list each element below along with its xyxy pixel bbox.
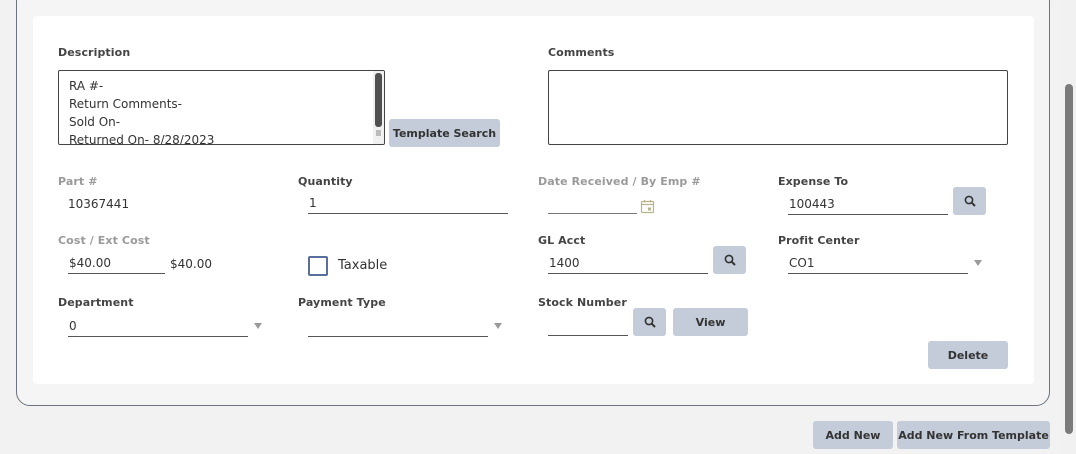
payment-type-select[interactable] — [308, 317, 488, 337]
add-new-button[interactable]: Add New — [813, 421, 893, 449]
profit-center-label: Profit Center — [778, 234, 860, 247]
gl-acct-label: GL Acct — [538, 234, 586, 247]
page-scrollbar[interactable] — [1062, 0, 1076, 454]
scroll-down-icon[interactable] — [376, 130, 381, 136]
part-value: 10367441 — [68, 197, 130, 211]
template-search-button[interactable]: Template Search — [389, 119, 500, 147]
quantity-label: Quantity — [298, 175, 353, 188]
comments-textarea[interactable] — [548, 70, 1008, 145]
description-line: Returned On- 8/28/2023 — [69, 133, 215, 145]
search-icon — [964, 195, 976, 207]
description-line: Return Comments- — [69, 97, 183, 111]
description-line: RA #- — [69, 79, 104, 93]
profit-center-select[interactable]: CO1 — [788, 254, 968, 274]
gl-lookup-button[interactable] — [713, 246, 746, 274]
description-scrollbar[interactable] — [373, 71, 384, 144]
search-icon — [644, 316, 656, 328]
cost-field[interactable]: $40.00 — [68, 254, 165, 274]
delete-button[interactable]: Delete — [928, 341, 1008, 369]
expense-to-label: Expense To — [778, 175, 849, 188]
description-scroll-thumb[interactable] — [375, 73, 382, 127]
payment-type-label: Payment Type — [298, 296, 386, 309]
cost-label: Cost / Ext Cost — [58, 234, 150, 247]
chevron-down-icon[interactable] — [254, 323, 262, 329]
department-select[interactable]: 0 — [68, 317, 248, 337]
comments-label: Comments — [548, 46, 615, 59]
chevron-down-icon[interactable] — [974, 260, 982, 266]
ext-cost-value: $40.00 — [170, 257, 212, 271]
expense-lookup-button[interactable] — [953, 187, 986, 215]
date-received-field[interactable] — [548, 194, 637, 214]
gl-acct-field[interactable]: 1400 — [548, 254, 708, 274]
expense-to-field[interactable]: 100443 — [788, 195, 948, 215]
view-button[interactable]: View — [673, 308, 748, 336]
part-label: Part # — [58, 175, 98, 188]
description-line: Sold On- — [69, 115, 121, 129]
taxable-label: Taxable — [338, 258, 388, 273]
stock-number-field[interactable] — [548, 316, 628, 336]
date-received-label: Date Received / By Emp # — [538, 175, 701, 188]
chevron-down-icon[interactable] — [494, 323, 502, 329]
description-label: Description — [58, 46, 131, 59]
department-label: Department — [58, 296, 134, 309]
stock-number-label: Stock Number — [538, 296, 627, 309]
description-textarea[interactable]: RA #- Return Comments- Sold On- Returned… — [58, 70, 385, 145]
calendar-icon[interactable] — [640, 199, 655, 214]
add-new-from-template-button[interactable]: Add New From Template — [897, 421, 1050, 449]
page-scroll-thumb[interactable] — [1065, 84, 1073, 434]
taxable-checkbox[interactable] — [308, 256, 328, 276]
quantity-field[interactable]: 1 — [308, 194, 508, 214]
search-icon — [724, 254, 736, 266]
stock-lookup-button[interactable] — [633, 308, 666, 336]
